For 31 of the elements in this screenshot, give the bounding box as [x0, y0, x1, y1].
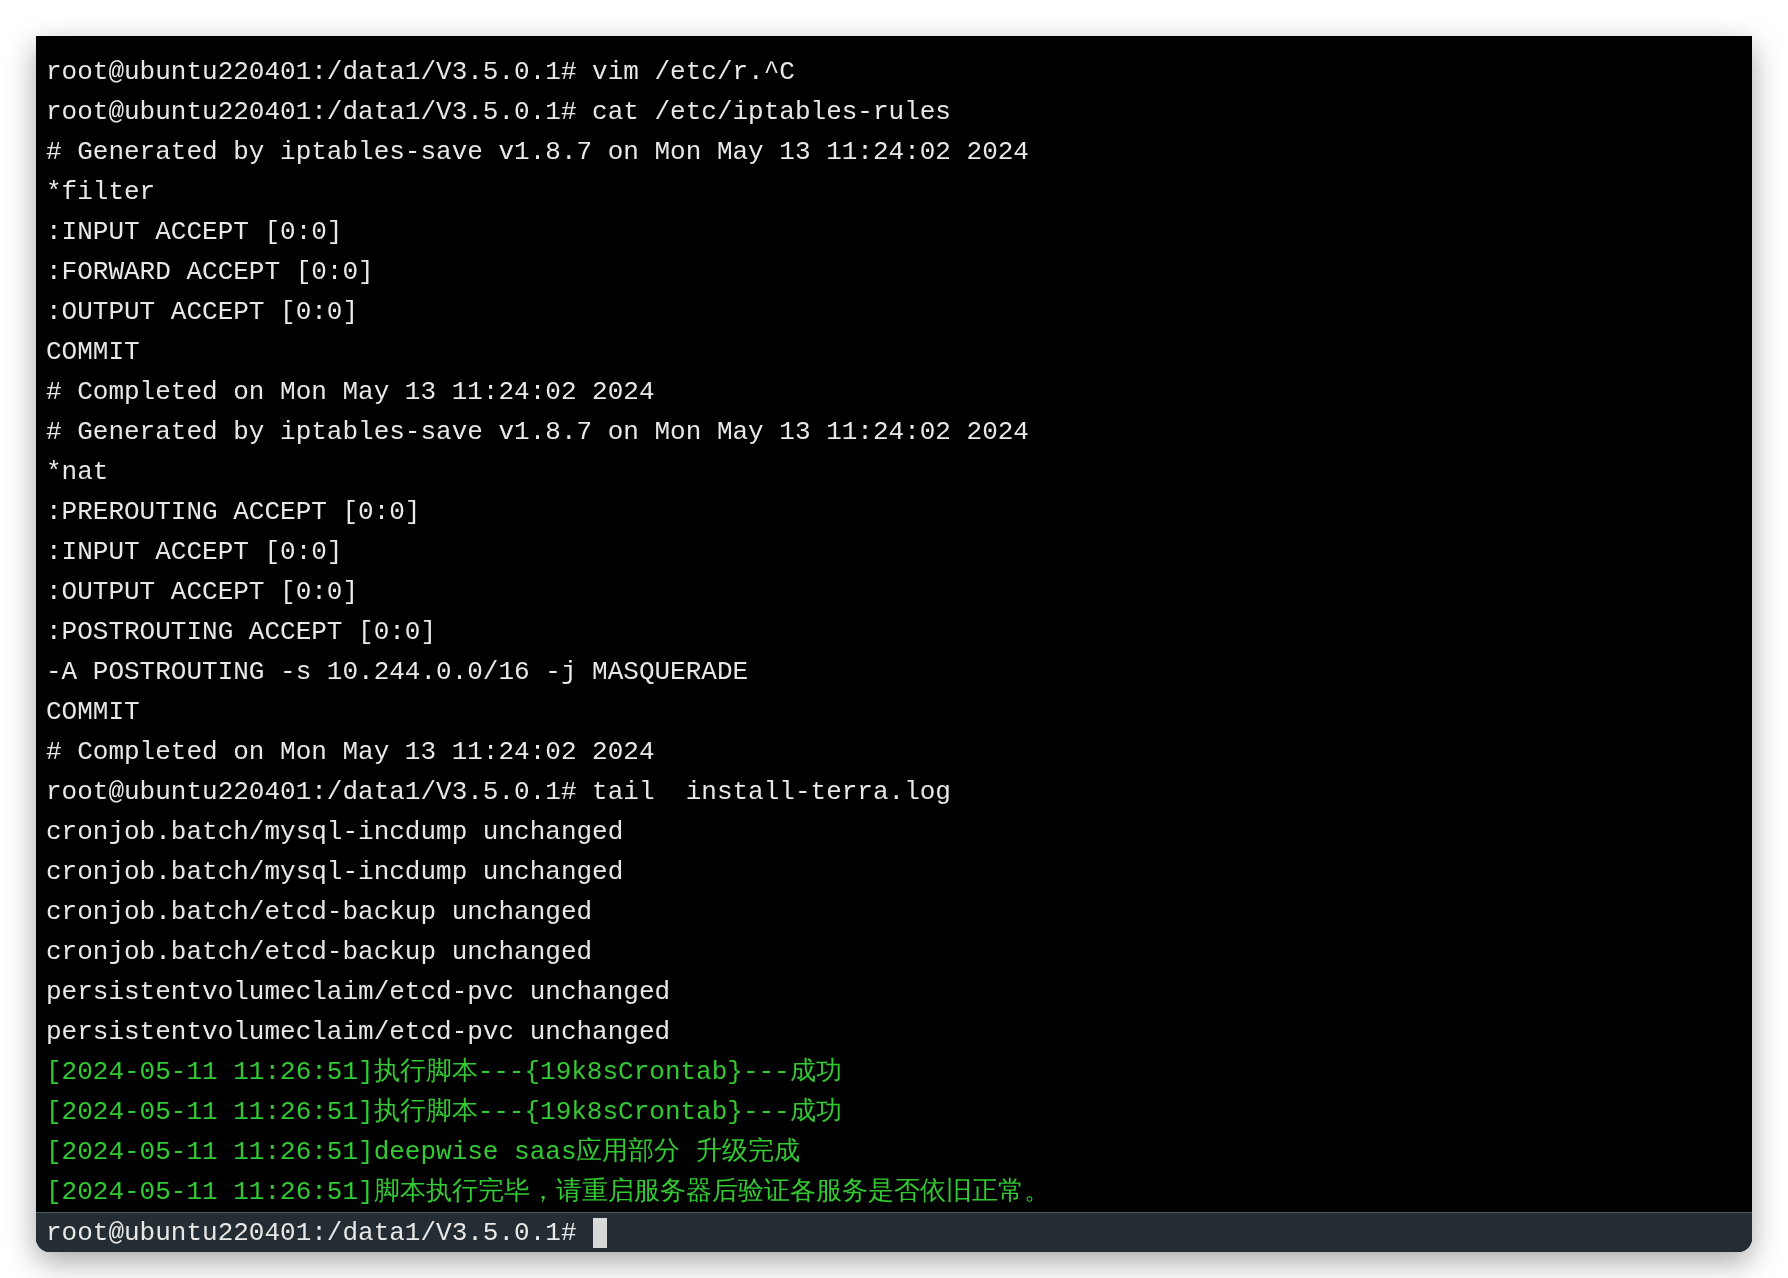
terminal-line: root@ubuntu220401:/data1/V3.5.0.1# vim /etc/r.^C	[46, 56, 796, 89]
terminal-line: :POSTROUTING ACCEPT [0:0]	[46, 616, 438, 649]
terminal-line: # Completed on Mon May 13 11:24:02 2024	[46, 736, 656, 769]
terminal-line: -A POSTROUTING -s 10.244.0.0/16 -j MASQUERADE	[46, 656, 750, 689]
text-cursor	[592, 1217, 607, 1248]
terminal-line: cronjob.batch/etcd-backup unchanged	[46, 896, 594, 929]
terminal-line: :INPUT ACCEPT [0:0]	[46, 216, 344, 249]
terminal-line: :OUTPUT ACCEPT [0:0]	[46, 296, 360, 329]
terminal-line: COMMIT	[46, 696, 141, 729]
terminal-line: # Completed on Mon May 13 11:24:02 2024	[46, 376, 656, 409]
prompt-text: root@ubuntu220401:/data1/V3.5.0.1#	[46, 1216, 577, 1250]
terminal-line: cronjob.batch/etcd-backup unchanged	[46, 936, 594, 969]
terminal-line: :PREROUTING ACCEPT [0:0]	[46, 496, 422, 529]
terminal-line: cronjob.batch/mysql-incdump unchanged	[46, 816, 625, 849]
terminal-line: [2024-05-11 11:26:51]执行脚本---{19k8sCrontab}---成功	[46, 1096, 843, 1129]
terminal-line: [2024-05-11 11:26:51]执行脚本---{19k8sCrontab}---成功	[46, 1056, 843, 1089]
terminal-line: *filter	[46, 176, 157, 209]
terminal-line: :INPUT ACCEPT [0:0]	[46, 536, 344, 569]
terminal-line: :FORWARD ACCEPT [0:0]	[46, 256, 375, 289]
terminal-line: persistentvolumeclaim/etcd-pvc unchanged	[46, 1016, 672, 1049]
terminal-line: [2024-05-11 11:26:51]deepwise saas应用部分 升级完成	[46, 1136, 802, 1169]
terminal-line: cronjob.batch/mysql-incdump unchanged	[46, 856, 625, 889]
terminal-line: persistentvolumeclaim/etcd-pvc unchanged	[46, 976, 672, 1009]
terminal-line: root@ubuntu220401:/data1/V3.5.0.1# cat /etc/iptables-rules	[46, 96, 952, 129]
terminal-line: # Generated by iptables-save v1.8.7 on Mon May 13 11:24:02 2024	[46, 136, 1030, 169]
terminal-line: root@ubuntu220401:/data1/V3.5.0.1# tail install-terra.log	[46, 776, 952, 809]
terminal-line: *nat	[46, 456, 110, 489]
terminal-line: [2024-05-11 11:26:51]脚本执行完毕，请重启服务器后验证各服务是否依旧正常。	[46, 1176, 1051, 1209]
terminal-line: # Generated by iptables-save v1.8.7 on Mon May 13 11:24:02 2024	[46, 416, 1030, 449]
terminal-line: COMMIT	[46, 336, 141, 369]
terminal-line: :OUTPUT ACCEPT [0:0]	[46, 576, 360, 609]
